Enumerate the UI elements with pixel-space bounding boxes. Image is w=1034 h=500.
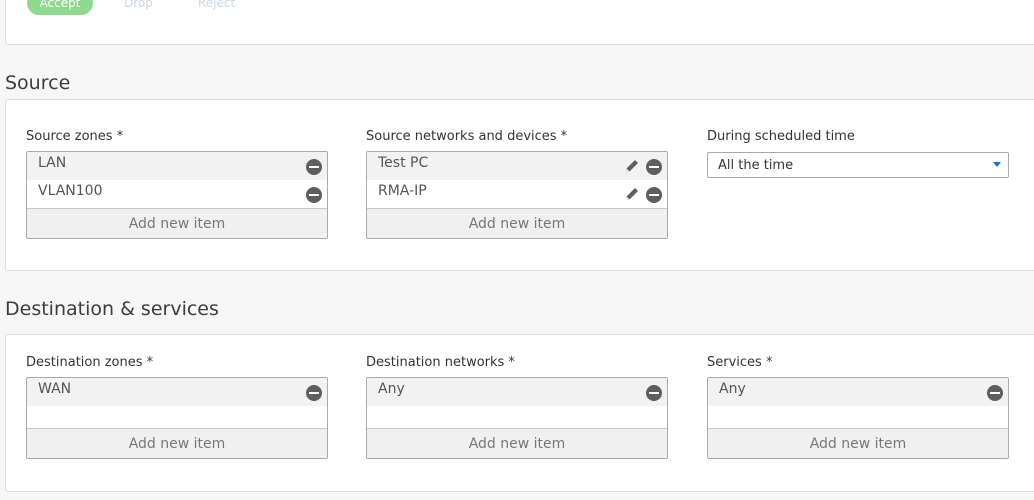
list-item[interactable]: Any bbox=[708, 378, 1008, 406]
remove-icon[interactable] bbox=[646, 385, 662, 401]
remove-icon[interactable] bbox=[306, 159, 322, 175]
source-zones-label: Source zones * bbox=[26, 129, 124, 144]
reject-button[interactable]: Reject bbox=[198, 0, 235, 15]
destination-zones-list: WAN Add new item bbox=[26, 377, 328, 459]
list-item[interactable]: RMA-IP bbox=[367, 180, 667, 208]
action-panel: Accept Drop Reject bbox=[5, 0, 1034, 45]
list-item-label: LAN bbox=[38, 155, 67, 171]
source-zones-list: LAN VLAN100 Add new item bbox=[26, 151, 328, 239]
schedule-label: During scheduled time bbox=[707, 129, 855, 144]
services-label: Services * bbox=[707, 355, 773, 370]
remove-icon[interactable] bbox=[646, 159, 662, 175]
chevron-down-icon[interactable] bbox=[993, 162, 1001, 167]
add-new-item-button[interactable]: Add new item bbox=[708, 428, 1008, 458]
empty-row bbox=[708, 406, 1008, 428]
list-item[interactable]: Test PC bbox=[367, 152, 667, 180]
schedule-select-value: All the time bbox=[718, 158, 794, 173]
list-item-label: WAN bbox=[38, 381, 72, 397]
schedule-select[interactable]: All the time bbox=[707, 152, 1009, 178]
services-list: Any Add new item bbox=[707, 377, 1009, 459]
remove-icon[interactable] bbox=[306, 187, 322, 203]
list-item[interactable]: LAN bbox=[27, 152, 327, 180]
destination-networks-label: Destination networks * bbox=[366, 355, 515, 370]
list-item-label: Any bbox=[719, 381, 746, 397]
add-new-item-button[interactable]: Add new item bbox=[27, 208, 327, 238]
destination-networks-list: Any Add new item bbox=[366, 377, 668, 459]
source-networks-list: Test PC RMA-IP Add new item bbox=[366, 151, 668, 239]
list-item-label: Test PC bbox=[378, 155, 429, 171]
list-item[interactable]: WAN bbox=[27, 378, 327, 406]
accept-button[interactable]: Accept bbox=[27, 0, 93, 15]
drop-button[interactable]: Drop bbox=[124, 0, 153, 15]
list-item[interactable]: Any bbox=[367, 378, 667, 406]
remove-icon[interactable] bbox=[306, 385, 322, 401]
list-item-label: RMA-IP bbox=[378, 183, 427, 199]
list-item-label: Any bbox=[378, 381, 405, 397]
source-networks-label: Source networks and devices * bbox=[366, 129, 568, 144]
pencil-icon[interactable] bbox=[624, 186, 640, 202]
empty-row bbox=[27, 406, 327, 428]
add-new-item-button[interactable]: Add new item bbox=[367, 208, 667, 238]
list-item-label: VLAN100 bbox=[38, 183, 103, 199]
section-title-source: Source bbox=[5, 72, 71, 94]
add-new-item-button[interactable]: Add new item bbox=[27, 428, 327, 458]
remove-icon[interactable] bbox=[987, 385, 1003, 401]
pencil-icon[interactable] bbox=[624, 158, 640, 174]
empty-row bbox=[367, 406, 667, 428]
destination-zones-label: Destination zones * bbox=[26, 355, 154, 370]
add-new-item-button[interactable]: Add new item bbox=[367, 428, 667, 458]
remove-icon[interactable] bbox=[646, 187, 662, 203]
list-item[interactable]: VLAN100 bbox=[27, 180, 327, 208]
section-title-destination: Destination & services bbox=[5, 298, 219, 320]
